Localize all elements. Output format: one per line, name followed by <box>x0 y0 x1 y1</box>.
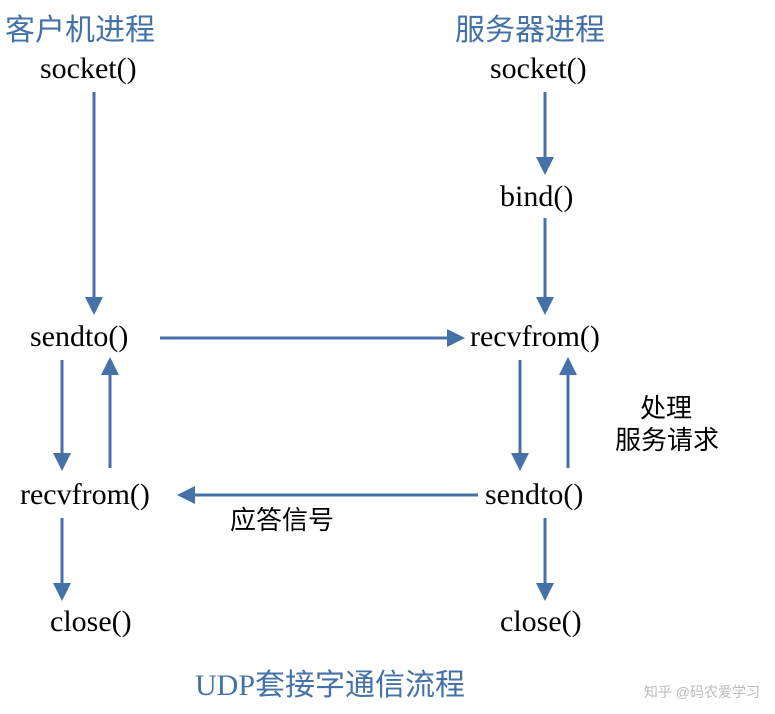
arrow-server-sendto-to-client-recvfrom <box>0 0 775 714</box>
